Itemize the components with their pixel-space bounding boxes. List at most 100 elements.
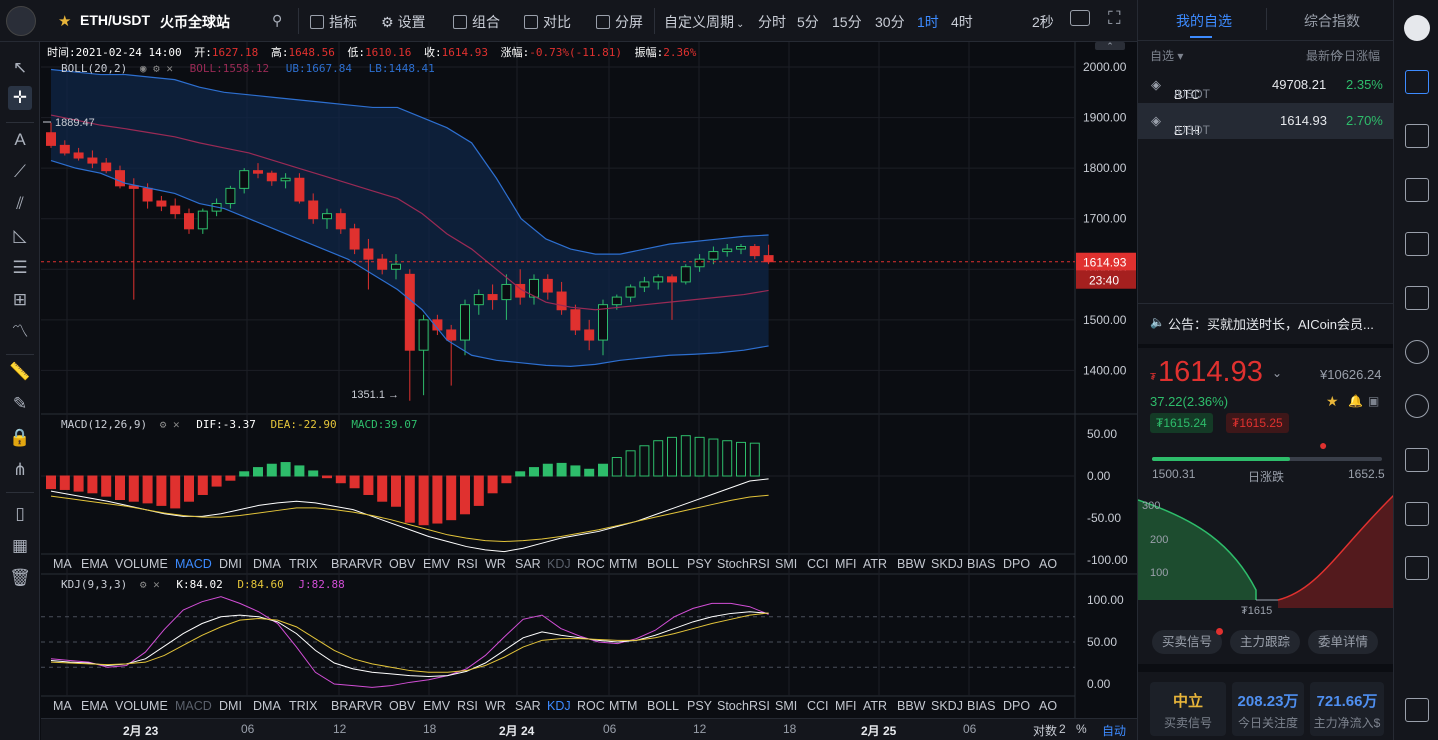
indicator-tab-macd[interactable]: MACD xyxy=(175,699,212,713)
lock-icon[interactable]: 🔒 xyxy=(8,426,32,450)
indicator-tab-wr[interactable]: WR xyxy=(485,699,506,713)
grid-tool-icon[interactable]: ⊞ xyxy=(8,288,32,312)
edit-calendar-icon[interactable]: ▦ xyxy=(8,534,32,558)
indicator-tab-rsi[interactable]: RSI xyxy=(457,557,478,571)
watch-column[interactable]: 自选 ▾ xyxy=(1150,47,1183,64)
period-4h[interactable]: 4时 xyxy=(951,12,973,32)
indicator-tab-bbw[interactable]: BBW xyxy=(897,699,925,713)
fullscreen-icon[interactable]: ⛶ xyxy=(1108,8,1121,29)
custom-period-dropdown[interactable]: 自定义周期 ⌄ xyxy=(664,12,744,32)
crosshair-icon[interactable]: ✛ xyxy=(8,86,32,110)
indicator-tab-vr[interactable]: VR xyxy=(365,699,382,713)
change-column[interactable]: 今日涨幅 xyxy=(1332,47,1380,64)
indicator-tab-kdj[interactable]: KDJ xyxy=(547,699,571,713)
indicator-tab-macd[interactable]: MACD xyxy=(175,557,212,571)
wave-tool-icon[interactable]: 〽 xyxy=(8,320,32,344)
add-window-icon[interactable] xyxy=(1405,286,1429,310)
indicator-tab-ema[interactable]: EMA xyxy=(81,557,108,571)
indicator-tab-stochrsi[interactable]: StochRSI xyxy=(717,557,770,571)
pro-icon[interactable] xyxy=(1405,556,1429,580)
signal-button[interactable]: 买卖信号 xyxy=(1152,630,1223,654)
indicator-tab-dmi[interactable]: DMI xyxy=(219,699,242,713)
indicator-tab-emv[interactable]: EMV xyxy=(423,699,450,713)
indicator-tab-dma[interactable]: DMA xyxy=(253,557,281,571)
tab-index[interactable]: 综合指数 xyxy=(1304,11,1360,31)
indicator-tab-cci[interactable]: CCI xyxy=(807,557,829,571)
cursor-arrow-icon[interactable]: ↖ xyxy=(8,56,32,80)
compare-button[interactable]: 对比 xyxy=(524,12,571,32)
close-icon[interactable]: ✕ xyxy=(166,62,173,75)
attention-card[interactable]: 208.23万 今日关注度 xyxy=(1232,682,1304,736)
app-logo[interactable] xyxy=(6,6,36,36)
order-detail-button[interactable]: 委单详情 xyxy=(1308,630,1379,654)
market-chart-icon[interactable] xyxy=(1405,124,1429,148)
indicator-tab-psy[interactable]: PSY xyxy=(687,557,712,571)
indicator-tab-volume[interactable]: VOLUME xyxy=(115,557,168,571)
close-icon[interactable]: ✕ xyxy=(153,578,160,591)
indicator-tab-trix[interactable]: TRIX xyxy=(289,699,317,713)
indicator-tab-emv[interactable]: EMV xyxy=(423,557,450,571)
combine-button[interactable]: 组合 xyxy=(453,12,500,32)
split-screen-button[interactable]: 分屏 xyxy=(596,12,643,32)
indicator-tab-ma[interactable]: MA xyxy=(53,699,72,713)
watchlist-row-eth[interactable]: ◈ ETH/USDT 1614.93 2.70% xyxy=(1138,103,1394,139)
refresh-interval[interactable]: 2秒 xyxy=(1032,12,1054,32)
kdj-name[interactable]: KDJ(9,3,3) xyxy=(61,578,127,591)
avatar[interactable] xyxy=(1404,15,1430,41)
gear-icon[interactable]: ⚙ xyxy=(160,418,167,431)
indicator-tab-kdj[interactable]: KDJ xyxy=(547,557,571,571)
indicator-tab-dpo[interactable]: DPO xyxy=(1003,699,1030,713)
gear-icon[interactable]: ⚙ xyxy=(153,62,160,75)
watchlist-row-btc[interactable]: ◈ BTC/USDT 49708.21 2.35% xyxy=(1138,67,1394,103)
depth-chart[interactable] xyxy=(1138,490,1394,612)
indicator-tab-ma[interactable]: MA xyxy=(53,557,72,571)
indicator-tab-bias[interactable]: BIAS xyxy=(967,699,996,713)
indicator-tab-ao[interactable]: AO xyxy=(1039,557,1057,571)
fib-tool-icon[interactable]: ☰ xyxy=(8,256,32,280)
percent-toggle[interactable]: % xyxy=(1076,722,1087,736)
indicator-tab-dmi[interactable]: DMI xyxy=(219,557,242,571)
inflow-card[interactable]: 721.66万 主力净流入$ xyxy=(1310,682,1384,736)
indicator-tab-boll[interactable]: BOLL xyxy=(647,699,679,713)
indicator-tab-skdj[interactable]: SKDJ xyxy=(931,699,963,713)
auto-toggle[interactable]: 自动 xyxy=(1102,722,1126,739)
indicator-tab-ao[interactable]: AO xyxy=(1039,699,1057,713)
indicator-tab-vr[interactable]: VR xyxy=(365,557,382,571)
indicator-tab-dma[interactable]: DMA xyxy=(253,699,281,713)
indicator-tab-brar[interactable]: BRAR xyxy=(331,699,366,713)
ask-price[interactable]: ₮1615.25 xyxy=(1226,413,1289,433)
indicator-tab-bias[interactable]: BIAS xyxy=(967,557,996,571)
star-icon[interactable]: ★ xyxy=(1326,393,1339,410)
indicator-tab-atr[interactable]: ATR xyxy=(863,557,887,571)
indicator-tab-ema[interactable]: EMA xyxy=(81,699,108,713)
indicator-tab-cci[interactable]: CCI xyxy=(807,699,829,713)
w-icon[interactable] xyxy=(1405,502,1429,526)
macd-name[interactable]: MACD(12,26,9) xyxy=(61,418,147,431)
period-5m[interactable]: 5分 xyxy=(797,12,819,32)
indicator-tab-mtm[interactable]: MTM xyxy=(609,699,637,713)
indicator-tab-smi[interactable]: SMI xyxy=(775,699,797,713)
indicator-tab-roc[interactable]: ROC xyxy=(577,699,605,713)
triangle-tool-icon[interactable]: ◺ xyxy=(8,224,32,248)
exchange-name[interactable]: 火币全球站 xyxy=(160,12,230,32)
indicator-tab-dpo[interactable]: DPO xyxy=(1003,557,1030,571)
exchange-icon[interactable] xyxy=(1405,448,1429,472)
camera-icon[interactable] xyxy=(1070,10,1090,26)
share-icon[interactable]: ▣ xyxy=(1368,394,1379,408)
indicator-tab-bbw[interactable]: BBW xyxy=(897,557,925,571)
period-1h[interactable]: 1时 xyxy=(917,12,939,32)
indicator-tab-sar[interactable]: SAR xyxy=(515,699,541,713)
channel-tool-icon[interactable]: ⫽ xyxy=(8,192,32,216)
pair-name[interactable]: ETH/USDT xyxy=(80,12,150,28)
notice-text[interactable]: 公告：买就加送时长，AICoin会员... xyxy=(1168,314,1388,333)
close-icon[interactable]: ✕ xyxy=(173,418,180,431)
period-timeshare[interactable]: 分时 xyxy=(758,12,786,32)
indicator-tab-brar[interactable]: BRAR xyxy=(331,557,366,571)
text-tool-icon[interactable]: A xyxy=(8,128,32,152)
indicator-tab-sar[interactable]: SAR xyxy=(515,557,541,571)
line-tool-icon[interactable]: ⟋ xyxy=(8,160,32,184)
chevron-down-icon[interactable]: ⌄ xyxy=(1272,366,1282,380)
indicator-tab-stochrsi[interactable]: StochRSI xyxy=(717,699,770,713)
indicator-tab-roc[interactable]: ROC xyxy=(577,557,605,571)
period-15m[interactable]: 15分 xyxy=(832,12,862,32)
